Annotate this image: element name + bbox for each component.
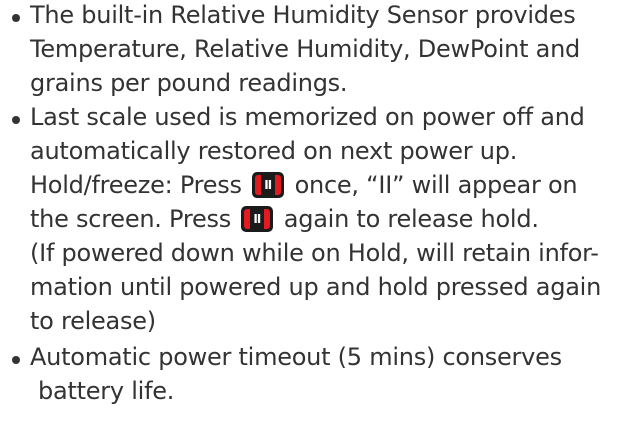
text-line: mation until powered up and hold pressed… [30, 273, 602, 301]
document: The built-in Relative Humidity Sensor pr… [0, 0, 619, 442]
text-line: Temperature, Relative Humidity, DewPoint… [30, 35, 581, 63]
text-segment: Hold/freeze: Press [30, 171, 242, 199]
text-segment: once, “II” will appear on [294, 171, 578, 199]
text-segment: the screen. Press [30, 205, 231, 233]
bullet-marker [12, 14, 20, 22]
hold-glyph: Ⅱ [253, 212, 262, 226]
hold-instruction-line: the screen. Press Ⅱ again to release hol… [30, 203, 539, 236]
text-line: (If powered down while on Hold, will ret… [30, 239, 599, 267]
bullet-marker [12, 116, 20, 124]
text-line: automatically restored on next power up. [30, 137, 518, 165]
hold-button-icon: Ⅱ [241, 206, 274, 232]
text-line: to release) [30, 307, 156, 335]
bullet-marker [12, 356, 20, 364]
text-line: The built-in Relative Humidity Sensor pr… [30, 1, 576, 29]
hold-glyph: Ⅱ [264, 178, 273, 192]
text-line: grains per pound readings. [30, 69, 348, 97]
hold-instruction-line: Hold/freeze: Press Ⅱ once, “II” will app… [30, 169, 578, 202]
text-line: Automatic power timeout (5 mins) conserv… [30, 343, 562, 371]
text-line: battery life. [38, 377, 175, 405]
hold-button-icon: Ⅱ [252, 172, 285, 198]
text-line: Last scale used is memorized on power of… [30, 103, 585, 131]
text-segment: again to release hold. [283, 205, 539, 233]
